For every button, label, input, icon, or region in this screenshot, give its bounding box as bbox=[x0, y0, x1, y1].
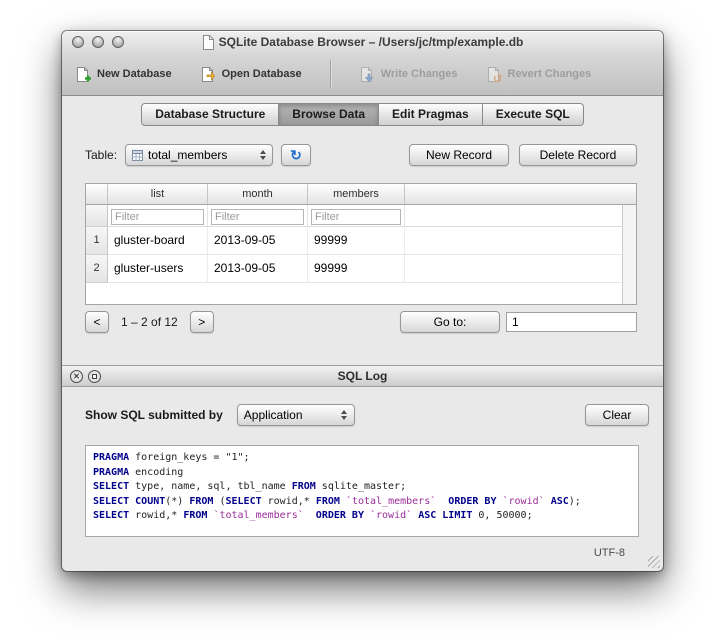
filter-input-list[interactable] bbox=[111, 209, 204, 225]
sql-log-code[interactable]: PRAGMA foreign_keys = "1";PRAGMA encodin… bbox=[85, 445, 639, 537]
close-window-button[interactable] bbox=[72, 36, 84, 48]
browse-controls: Table: total_members ↻ New Record Delete… bbox=[85, 143, 637, 167]
column-header-filler bbox=[405, 184, 636, 205]
delete-record-button[interactable]: Delete Record bbox=[519, 144, 637, 166]
table-select[interactable]: total_members bbox=[125, 144, 273, 166]
cell-month[interactable]: 2013-09-05 bbox=[208, 227, 308, 255]
clear-button[interactable]: Clear bbox=[585, 404, 649, 426]
window-title-area: SQLite Database Browser – /Users/jc/tmp/… bbox=[202, 35, 524, 50]
toolbar-label: Write Changes bbox=[381, 68, 458, 80]
sql-log-controls: Show SQL submitted by Application Clear bbox=[85, 404, 649, 426]
traffic-lights bbox=[72, 36, 124, 48]
toolbar: New Database Open Database Write bbox=[62, 53, 663, 96]
column-header-month[interactable]: month bbox=[208, 184, 308, 205]
open-database-icon bbox=[200, 66, 217, 83]
cell-filler bbox=[405, 227, 636, 255]
cell-month[interactable]: 2013-09-05 bbox=[208, 255, 308, 283]
cell-members[interactable]: 99999 bbox=[308, 255, 405, 283]
cell-filler bbox=[405, 255, 636, 283]
filter-row-corner bbox=[86, 205, 108, 227]
new-database-icon bbox=[75, 66, 92, 83]
write-changes-button[interactable]: Write Changes bbox=[359, 66, 458, 83]
vertical-scrollbar[interactable] bbox=[622, 205, 636, 304]
open-database-button[interactable]: Open Database bbox=[200, 66, 302, 83]
undock-icon[interactable] bbox=[88, 370, 101, 383]
sql-log-title: SQL Log bbox=[338, 369, 388, 383]
filter-row-filler bbox=[405, 205, 636, 227]
cell-list[interactable]: gluster-users bbox=[108, 255, 208, 283]
sql-log-line: SELECT type, name, sql, tbl_name FROM sq… bbox=[93, 480, 631, 495]
cell-members[interactable]: 99999 bbox=[308, 227, 405, 255]
tab-execute-sql[interactable]: Execute SQL bbox=[483, 103, 584, 126]
dropdown-arrows-icon bbox=[338, 406, 351, 424]
row-number: 1 bbox=[86, 227, 108, 255]
cell-list[interactable]: gluster-board bbox=[108, 227, 208, 255]
toolbar-separator bbox=[330, 60, 331, 88]
pagination-bar: < 1 – 2 of 12 > Go to: bbox=[85, 311, 637, 333]
sql-log-line: SELECT COUNT(*) FROM (SELECT rowid,* FRO… bbox=[93, 495, 631, 510]
sql-log-line: PRAGMA foreign_keys = "1"; bbox=[93, 451, 631, 466]
zoom-window-button[interactable] bbox=[112, 36, 124, 48]
table-header-corner bbox=[86, 184, 108, 205]
record-range: 1 – 2 of 12 bbox=[121, 315, 178, 329]
write-changes-icon bbox=[359, 66, 376, 83]
window-title: SQLite Database Browser – /Users/jc/tmp/… bbox=[219, 35, 524, 49]
app-window: SQLite Database Browser – /Users/jc/tmp/… bbox=[62, 31, 663, 571]
dropdown-arrows-icon bbox=[256, 146, 269, 164]
filter-input-month[interactable] bbox=[211, 209, 304, 225]
tab-database-structure[interactable]: Database Structure bbox=[141, 103, 279, 126]
toolbar-label: Revert Changes bbox=[508, 68, 592, 80]
sql-log-header[interactable]: ✕ SQL Log bbox=[62, 365, 663, 387]
table-row[interactable]: 2 gluster-users 2013-09-05 99999 bbox=[86, 255, 636, 283]
document-icon bbox=[202, 35, 214, 50]
revert-changes-button[interactable]: ↺ Revert Changes bbox=[486, 66, 592, 83]
prev-page-button[interactable]: < bbox=[85, 311, 109, 333]
goto-input[interactable] bbox=[506, 312, 637, 332]
sql-source-select[interactable]: Application bbox=[237, 404, 355, 426]
tab-edit-pragmas[interactable]: Edit Pragmas bbox=[379, 103, 483, 126]
main-tabbar: Database Structure Browse Data Edit Prag… bbox=[62, 103, 663, 126]
data-table: list month members 1 gluster-board 2013-… bbox=[85, 183, 637, 305]
refresh-button[interactable]: ↻ bbox=[281, 144, 311, 166]
table-label: Table: bbox=[85, 148, 117, 162]
minimize-window-button[interactable] bbox=[92, 36, 104, 48]
titlebar[interactable]: SQLite Database Browser – /Users/jc/tmp/… bbox=[62, 31, 663, 53]
toolbar-label: Open Database bbox=[222, 68, 302, 80]
dock-buttons: ✕ bbox=[70, 370, 101, 383]
next-page-button[interactable]: > bbox=[190, 311, 214, 333]
goto-button[interactable]: Go to: bbox=[400, 311, 500, 333]
table-icon bbox=[132, 150, 143, 161]
filter-input-members[interactable] bbox=[311, 209, 401, 225]
sql-log-line: PRAGMA encoding bbox=[93, 466, 631, 481]
new-record-button[interactable]: New Record bbox=[409, 144, 509, 166]
table-select-value: total_members bbox=[148, 148, 227, 162]
new-database-button[interactable]: New Database bbox=[75, 66, 172, 83]
filter-row bbox=[86, 205, 636, 227]
table-header-row: list month members bbox=[86, 184, 636, 205]
resize-grip[interactable] bbox=[648, 556, 660, 568]
toolbar-label: New Database bbox=[97, 68, 172, 80]
encoding-status: UTF-8 bbox=[594, 547, 625, 559]
close-icon[interactable]: ✕ bbox=[70, 370, 83, 383]
row-number: 2 bbox=[86, 255, 108, 283]
refresh-icon: ↻ bbox=[290, 148, 302, 162]
tab-browse-data[interactable]: Browse Data bbox=[279, 103, 379, 126]
sql-log-line: SELECT rowid,* FROM `total_members` ORDE… bbox=[93, 509, 631, 524]
revert-changes-icon: ↺ bbox=[486, 66, 503, 83]
sql-source-value: Application bbox=[244, 408, 303, 422]
show-sql-label: Show SQL submitted by bbox=[85, 408, 223, 422]
svg-text:↺: ↺ bbox=[493, 73, 502, 83]
column-header-list[interactable]: list bbox=[108, 184, 208, 205]
table-row[interactable]: 1 gluster-board 2013-09-05 99999 bbox=[86, 227, 636, 255]
column-header-members[interactable]: members bbox=[308, 184, 405, 205]
